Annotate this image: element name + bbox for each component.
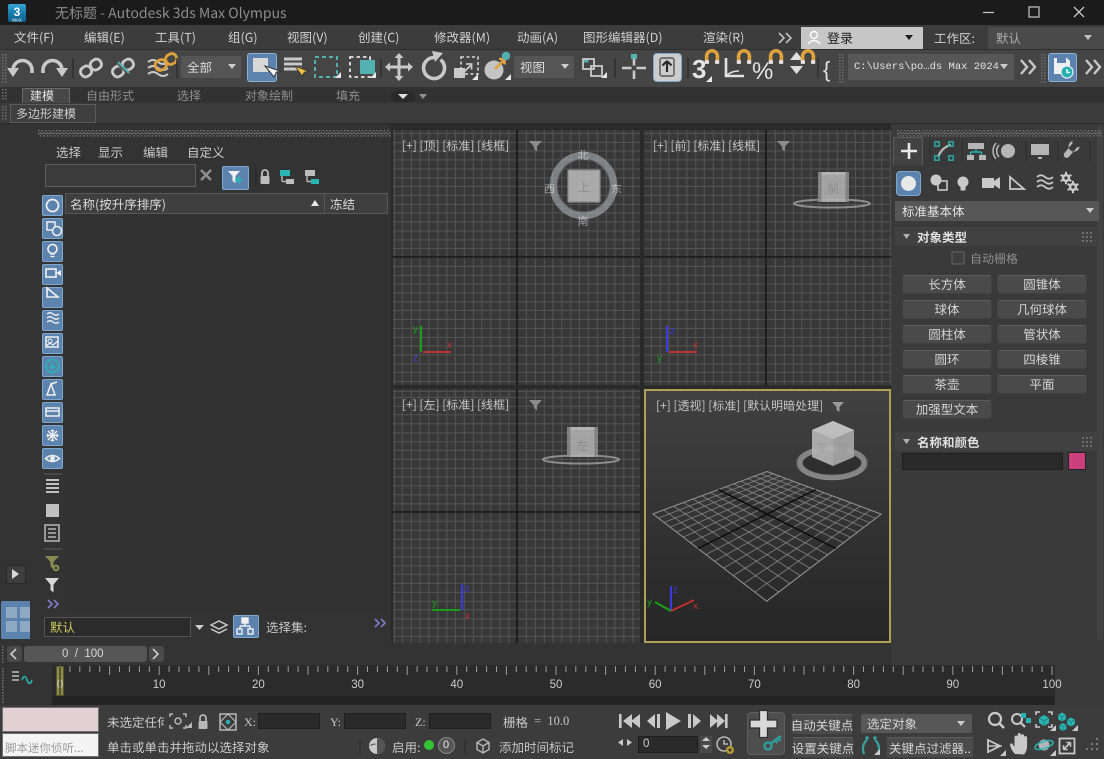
svg-text:y: y — [413, 324, 418, 335]
svg-text:z: z — [465, 584, 470, 595]
svg-text:x: x — [447, 340, 452, 351]
svg-text:z: z — [670, 326, 675, 337]
svg-text:MAX: MAX — [12, 18, 22, 23]
svg-text:x: x — [465, 611, 470, 622]
svg-text:y: y — [657, 353, 662, 364]
svg-text:3: 3 — [692, 54, 706, 84]
svg-text:{: { — [823, 57, 830, 82]
svg-text:y: y — [647, 597, 652, 608]
svg-text:z: z — [413, 353, 418, 364]
svg-text:z: z — [673, 585, 678, 596]
svg-text:x: x — [693, 340, 698, 351]
svg-text:x: x — [693, 601, 698, 612]
svg-text:y: y — [432, 598, 437, 609]
